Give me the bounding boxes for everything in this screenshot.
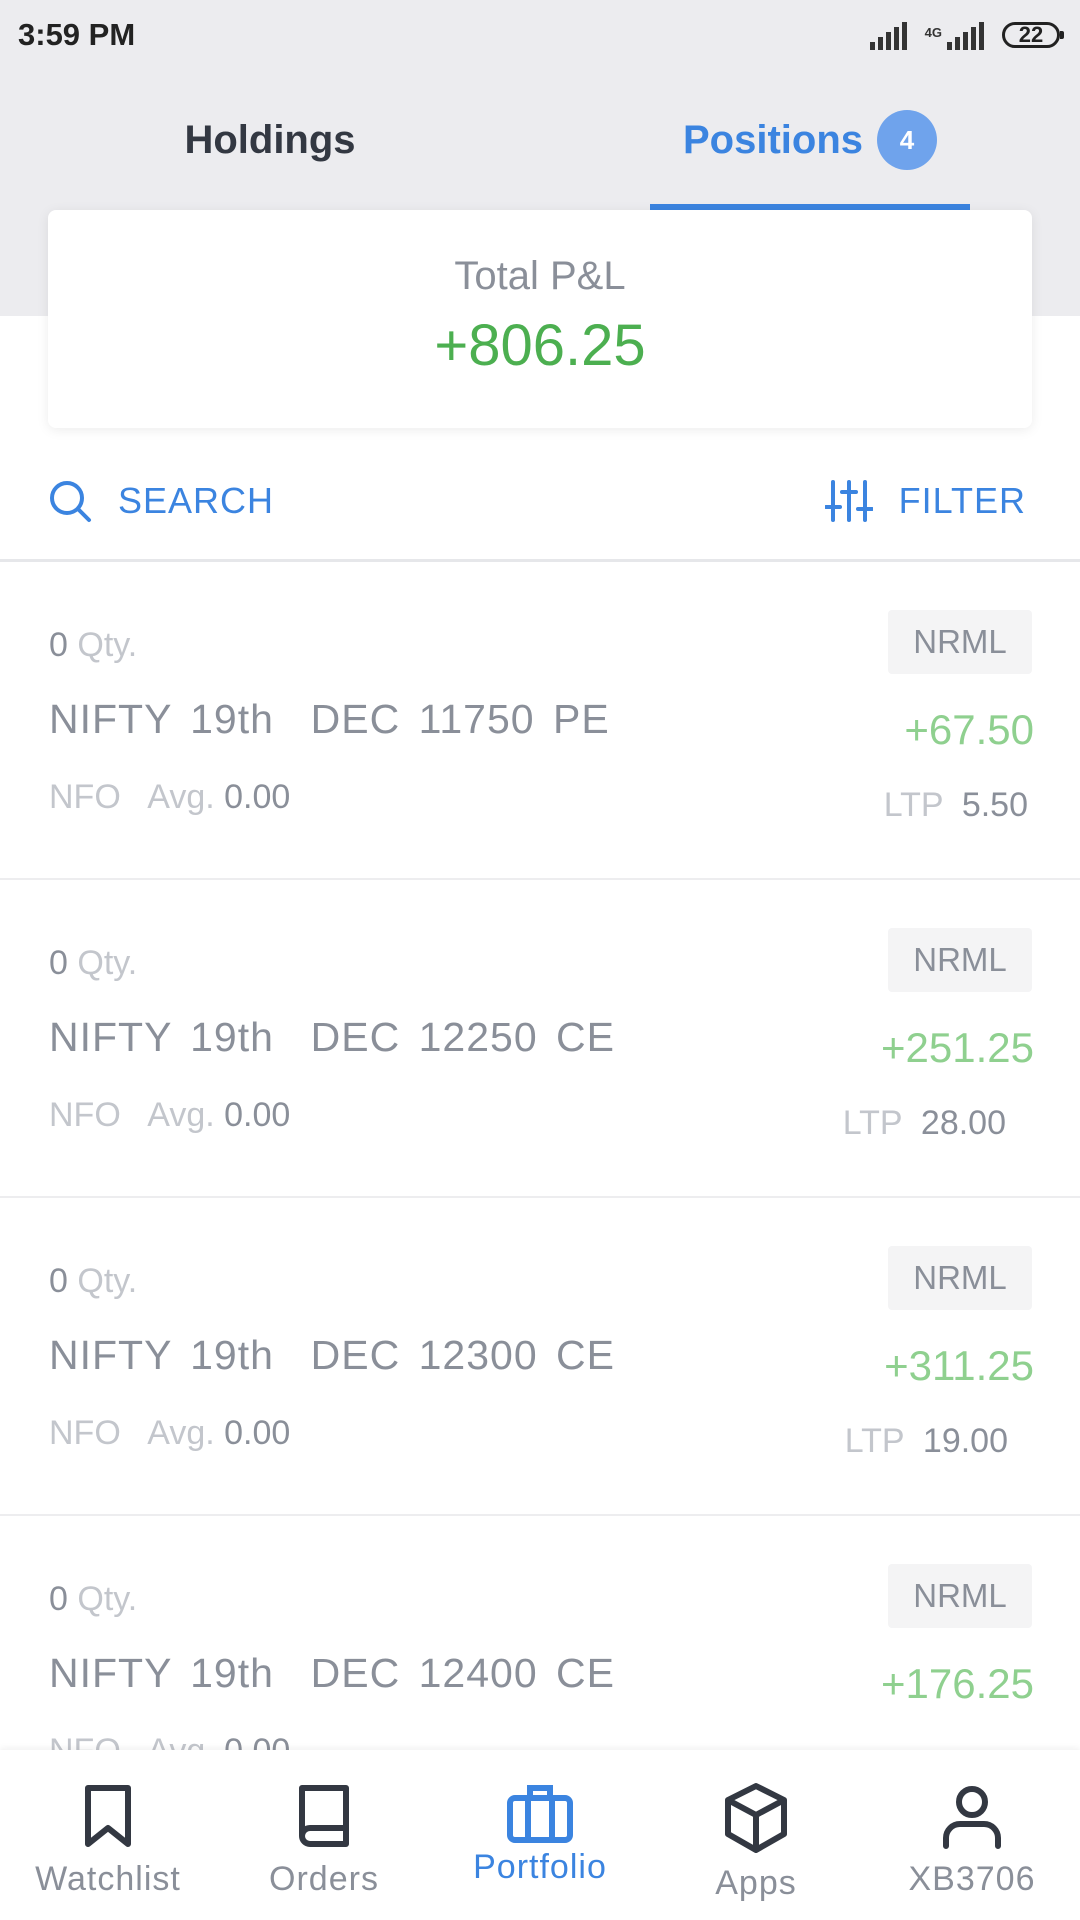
- qty-label: Qty.: [77, 1580, 138, 1618]
- qty-label: Qty.: [77, 626, 138, 664]
- nav-watchlist-label: Watchlist: [35, 1860, 181, 1898]
- nav-profile[interactable]: XB3706: [864, 1750, 1080, 1920]
- ltp-label: LTP: [844, 1422, 904, 1460]
- position-row[interactable]: 0 Qty. NIFTY 19th DEC 12300 CE NFO Avg. …: [0, 1198, 1080, 1516]
- status-icons: 4G 22: [869, 20, 1064, 50]
- position-pnl: +176.25: [881, 1660, 1034, 1707]
- exchange-label: NFO: [49, 1096, 121, 1134]
- position-pnl: +67.50: [904, 706, 1034, 753]
- product-badge: NRML: [888, 610, 1032, 674]
- nav-orders-label: Orders: [269, 1860, 379, 1898]
- search-filter-bar: SEARCH FILTER: [0, 440, 1080, 562]
- nav-apps[interactable]: Apps: [648, 1750, 864, 1920]
- ltp-label: LTP: [883, 786, 943, 824]
- qty-label: Qty.: [77, 1262, 138, 1300]
- avg-label: Avg.: [147, 778, 215, 816]
- ltp-value: 5.50: [961, 786, 1028, 824]
- status-bar: 3:59 PM 4G 22: [0, 0, 1080, 70]
- total-pnl-label: Total P&L: [454, 254, 626, 298]
- position-qty: 0 Qty.: [49, 1580, 137, 1619]
- total-pnl-value: +806.25: [434, 313, 646, 378]
- qty-value: 0: [49, 944, 68, 982]
- total-pnl-card: Total P&L +806.25: [48, 210, 1032, 428]
- tab-positions[interactable]: Positions 4: [650, 70, 970, 210]
- network-label: 4G: [924, 25, 942, 40]
- avg-value: 0.00: [224, 778, 291, 816]
- position-qty: 0 Qty.: [49, 1262, 137, 1301]
- bottom-navigation: Watchlist Orders Portfolio Apps XB3706: [0, 1750, 1080, 1920]
- nav-profile-label: XB3706: [908, 1860, 1036, 1898]
- exchange-label: NFO: [49, 778, 121, 816]
- battery-icon: 22: [1002, 22, 1064, 48]
- book-icon: [299, 1785, 349, 1847]
- ltp-value: 28.00: [920, 1104, 1006, 1142]
- nav-apps-label: Apps: [715, 1864, 797, 1902]
- position-pnl: +311.25: [884, 1342, 1034, 1389]
- user-icon: [943, 1786, 1001, 1849]
- tab-positions-label: Positions: [682, 117, 864, 162]
- nav-orders[interactable]: Orders: [216, 1750, 432, 1920]
- search-label: SEARCH: [118, 480, 275, 521]
- nav-portfolio[interactable]: Portfolio: [432, 1750, 648, 1920]
- position-exchange-avg: NFO Avg. 0.00: [49, 778, 290, 817]
- position-pnl: +251.25: [881, 1024, 1034, 1071]
- avg-label: Avg.: [147, 1414, 215, 1452]
- search-icon: [50, 481, 91, 522]
- tab-holdings-label: Holdings: [184, 117, 356, 162]
- signal-4g-icon: 4G: [925, 20, 984, 50]
- filter-button[interactable]: FILTER: [824, 440, 1026, 562]
- position-ltp: LTP 5.50: [884, 786, 1028, 825]
- tab-holdings[interactable]: Holdings: [140, 70, 400, 210]
- product-badge: NRML: [888, 1246, 1032, 1310]
- bookmark-icon: [85, 1785, 131, 1847]
- instrument-name: NIFTY 19th DEC 12400 CE: [49, 1650, 615, 1696]
- exchange-label: NFO: [49, 1414, 121, 1452]
- avg-value: 0.00: [224, 1096, 291, 1134]
- search-button[interactable]: SEARCH: [48, 440, 274, 562]
- position-exchange-avg: NFO Avg. 0.00: [49, 1096, 290, 1135]
- qty-value: 0: [49, 1580, 68, 1618]
- avg-label: Avg.: [147, 1096, 215, 1134]
- position-qty: 0 Qty.: [49, 944, 137, 983]
- positions-count-badge: 4: [877, 110, 938, 170]
- battery-level: 22: [1018, 22, 1044, 47]
- qty-value: 0: [49, 1262, 68, 1300]
- filter-label: FILTER: [898, 480, 1026, 521]
- instrument-name: NIFTY 19th DEC 12300 CE: [49, 1332, 615, 1378]
- position-row[interactable]: 0 Qty. NIFTY 19th DEC 12250 CE NFO Avg. …: [0, 880, 1080, 1198]
- product-badge: NRML: [888, 928, 1032, 992]
- ltp-label: LTP: [842, 1104, 902, 1142]
- briefcase-icon: [507, 1785, 573, 1843]
- position-ltp: LTP 19.00: [845, 1422, 1008, 1461]
- instrument-name: NIFTY 19th DEC 12250 CE: [49, 1014, 615, 1060]
- position-row[interactable]: 0 Qty. NIFTY 19th DEC 11750 PE NFO Avg. …: [0, 562, 1080, 880]
- cube-icon: [725, 1783, 787, 1853]
- product-badge: NRML: [888, 1564, 1032, 1628]
- qty-value: 0: [49, 626, 68, 664]
- position-qty: 0 Qty.: [49, 626, 137, 665]
- ltp-value: 19.00: [922, 1422, 1008, 1460]
- status-time: 3:59 PM: [18, 17, 136, 52]
- instrument-name: NIFTY 19th DEC 11750 PE: [49, 696, 610, 742]
- qty-label: Qty.: [77, 944, 138, 982]
- nav-portfolio-label: Portfolio: [473, 1848, 607, 1886]
- position-ltp: LTP 28.00: [843, 1104, 1006, 1143]
- nav-watchlist[interactable]: Watchlist: [0, 1750, 216, 1920]
- position-exchange-avg: NFO Avg. 0.00: [49, 1414, 290, 1453]
- filter-sliders-icon: [824, 480, 873, 522]
- avg-value: 0.00: [224, 1414, 291, 1452]
- signal-icon: [869, 20, 907, 50]
